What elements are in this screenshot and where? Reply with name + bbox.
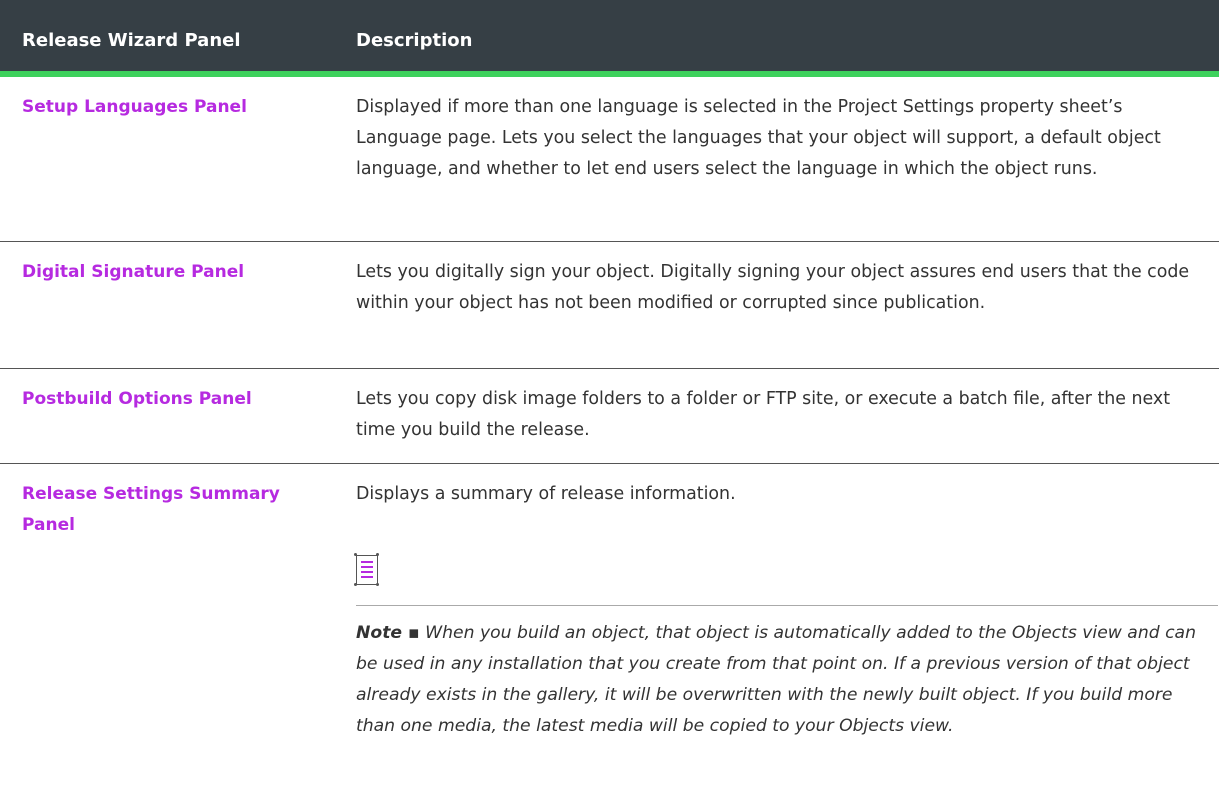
note-body: When you build an object, that object is…	[356, 623, 1196, 736]
panel-description: Lets you digitally sign your object. Dig…	[356, 262, 1190, 313]
panel-link[interactable]: Release Settings Summary Panel	[22, 479, 312, 541]
table-row: Digital Signature Panel Lets you digital…	[0, 242, 1219, 369]
panel-description: Displays a summary of release informatio…	[356, 484, 736, 504]
note-label: Note ▪	[356, 623, 420, 643]
panel-link[interactable]: Setup Languages Panel	[22, 92, 312, 123]
table-header: Release Wizard Panel Description	[0, 0, 1219, 77]
header-panel: Release Wizard Panel	[22, 30, 241, 51]
header-description: Description	[356, 30, 473, 51]
note-icon	[356, 555, 378, 585]
note-divider	[356, 605, 1218, 606]
table-row: Setup Languages Panel Displayed if more …	[0, 77, 1219, 242]
panel-link[interactable]: Digital Signature Panel	[22, 257, 312, 288]
panel-description: Lets you copy disk image folders to a fo…	[356, 389, 1171, 440]
table-row: Postbuild Options Panel Lets you copy di…	[0, 369, 1219, 464]
note-text: Note ▪ When you build an object, that ob…	[356, 618, 1208, 742]
panel-description: Displayed if more than one language is s…	[356, 97, 1161, 179]
panel-link[interactable]: Postbuild Options Panel	[22, 384, 312, 415]
